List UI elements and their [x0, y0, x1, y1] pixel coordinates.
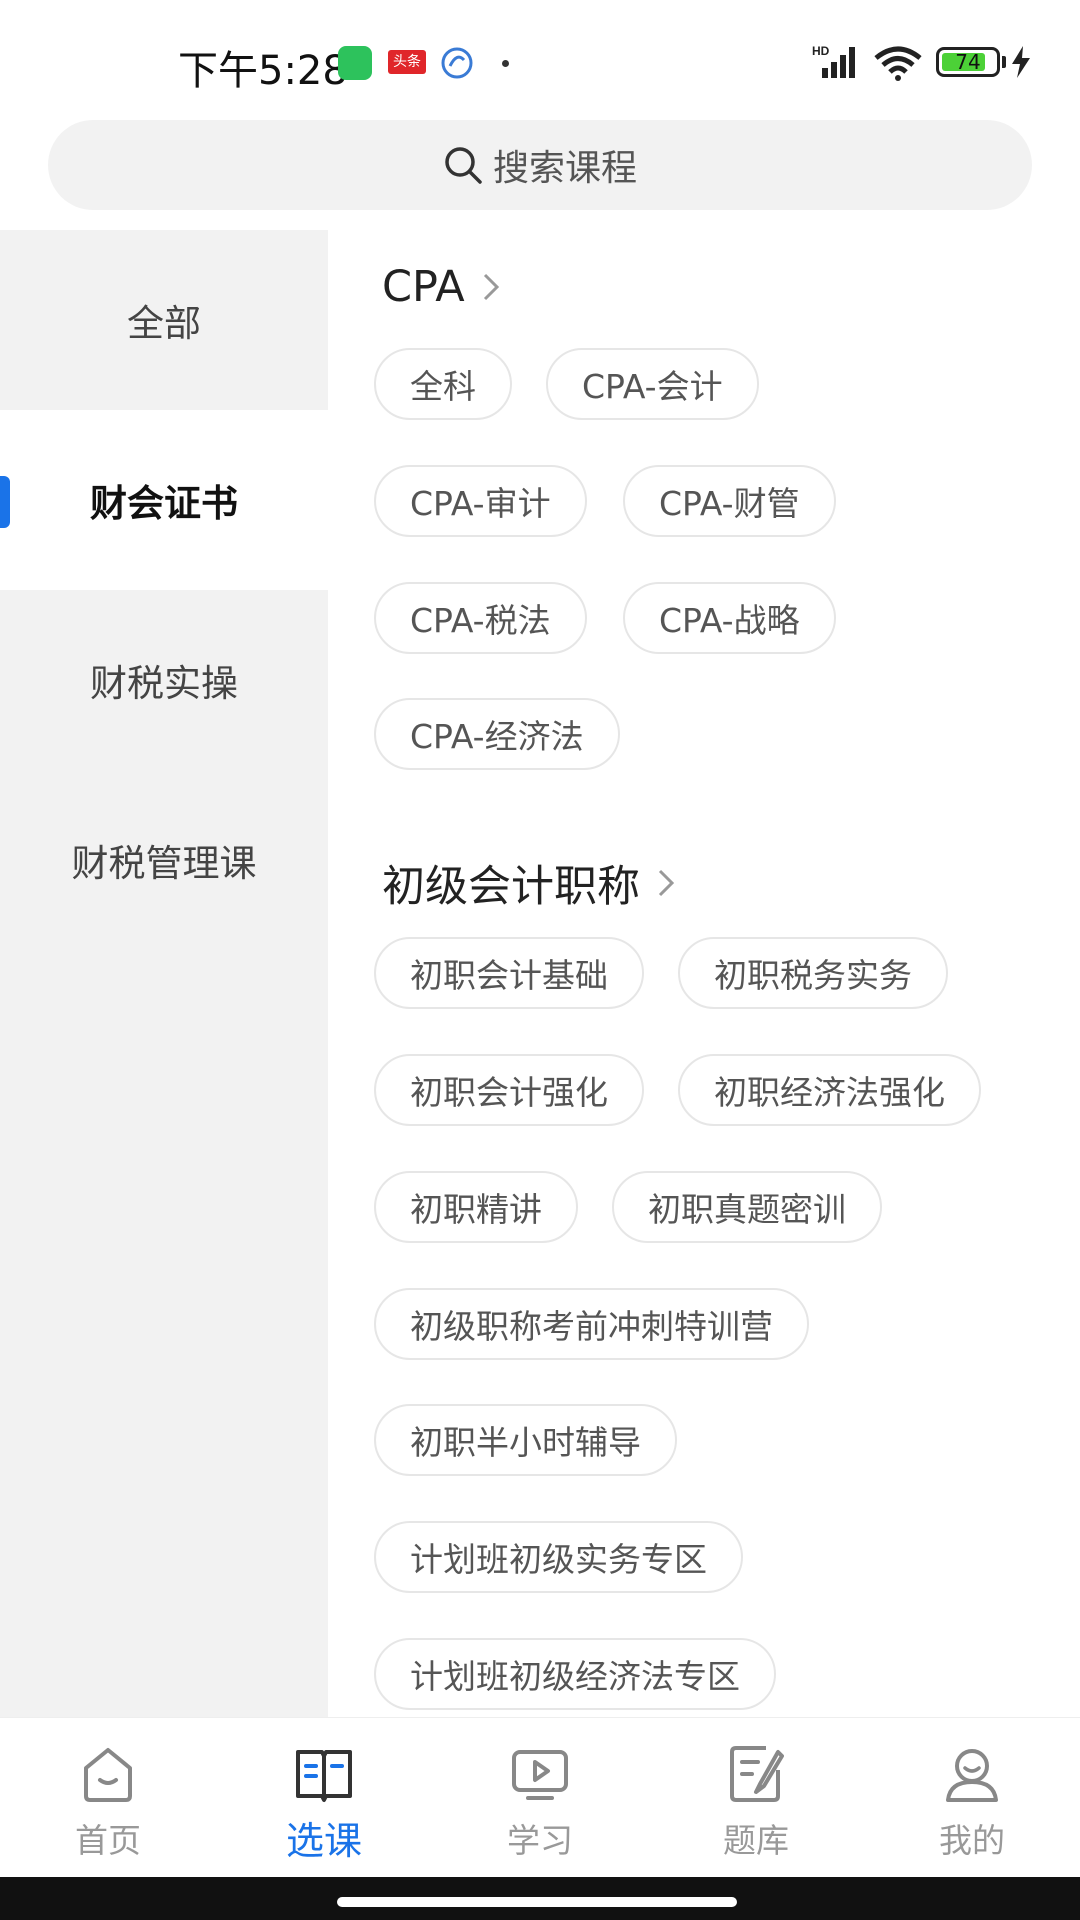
category-sidebar: 全部 财会证书 财税实操 财税管理课	[0, 230, 328, 1717]
course-tag[interactable]: CPA-财管	[623, 465, 836, 537]
course-tag[interactable]: 初级职称考前冲刺特训营	[374, 1288, 809, 1360]
signal-icon: HD	[812, 44, 855, 78]
course-tag[interactable]: 初职经济法强化	[678, 1054, 981, 1126]
battery-level: 74	[955, 50, 981, 74]
battery-cap	[1002, 56, 1006, 68]
sidebar-item-tax-practice[interactable]: 财税实操	[0, 590, 328, 770]
sidebar-item-accounting-certificates[interactable]: 财会证书	[0, 410, 328, 590]
status-time: 下午5:28	[178, 48, 348, 94]
sidebar-item-tax-management[interactable]: 财税管理课	[0, 770, 328, 950]
chevron-right-icon	[483, 273, 499, 301]
course-tag[interactable]: 初职半小时辅导	[374, 1404, 677, 1476]
sidebar-item-label: 财会证书	[90, 482, 238, 525]
nav-label: 首页	[75, 1821, 141, 1860]
course-tag[interactable]: 初职精讲	[374, 1171, 578, 1243]
wifi-icon	[874, 46, 922, 81]
sidebar-item-label: 全部	[127, 302, 201, 345]
search-bar[interactable]: 搜索课程	[48, 120, 1032, 210]
video-icon	[512, 1750, 568, 1800]
sidebar-item-label: 财税实操	[90, 662, 238, 705]
app-notification-icon	[441, 47, 473, 79]
section-title-cpa[interactable]: CPA	[382, 262, 501, 312]
course-tag[interactable]: 全科	[374, 348, 512, 420]
course-tag[interactable]: 初职真题密训	[612, 1171, 882, 1243]
course-tag[interactable]: CPA-经济法	[374, 698, 620, 770]
course-list: CPA 全科 CPA-会计 CPA-审计 CPA-财管 CPA-税法 CPA-战…	[328, 230, 1080, 1717]
nav-profile[interactable]: 我的	[864, 1718, 1080, 1878]
nav-study[interactable]: 学习	[432, 1718, 648, 1878]
chevron-right-icon	[658, 869, 675, 897]
document-edit-icon	[730, 1746, 784, 1802]
nav-label: 学习	[507, 1821, 573, 1860]
search-icon	[445, 147, 482, 184]
home-indicator[interactable]	[337, 1897, 737, 1907]
sidebar-item-label: 财税管理课	[71, 842, 257, 885]
wechat-notification-icon	[338, 46, 372, 80]
course-tag[interactable]: 初职会计强化	[374, 1054, 644, 1126]
home-icon	[84, 1748, 132, 1802]
course-tag[interactable]: 计划班初级经济法专区	[374, 1638, 776, 1710]
status-bar: 下午5:28 头条 HD 74	[0, 0, 1080, 120]
course-tag[interactable]: 计划班初级实务专区	[374, 1521, 743, 1593]
course-tag[interactable]: 初职会计基础	[374, 937, 644, 1009]
section-title-text: CPA	[382, 262, 465, 312]
course-tag[interactable]: 初职税务实务	[678, 937, 948, 1009]
nav-question-bank[interactable]: 题库	[648, 1718, 864, 1878]
course-tag[interactable]: CPA-战略	[623, 582, 836, 654]
nav-label: 题库	[723, 1821, 789, 1860]
course-tag[interactable]: CPA-税法	[374, 582, 587, 654]
more-notifications-dot	[502, 60, 509, 67]
profile-icon	[946, 1749, 998, 1802]
section-title-text: 初级会计职称	[382, 862, 640, 912]
sidebar-item-all[interactable]: 全部	[0, 230, 328, 410]
toutiao-notification-icon: 头条	[388, 50, 426, 74]
search-placeholder: 搜索课程	[492, 148, 637, 189]
nav-label: 我的	[939, 1821, 1005, 1860]
course-tag[interactable]: CPA-审计	[374, 465, 587, 537]
bottom-nav: 首页 选课 学习 题库 我的	[0, 1717, 1080, 1877]
network-type-label: HD	[812, 44, 830, 58]
active-indicator	[0, 476, 10, 528]
nav-course-selection[interactable]: 选课	[216, 1718, 432, 1878]
course-tag[interactable]: CPA-会计	[546, 348, 759, 420]
book-icon	[296, 1750, 352, 1802]
charging-icon	[1012, 46, 1030, 78]
nav-label: 选课	[285, 1819, 362, 1863]
section-title-junior-accounting[interactable]: 初级会计职称	[382, 852, 676, 914]
nav-home[interactable]: 首页	[0, 1718, 216, 1878]
battery-icon: 74	[936, 47, 1000, 77]
